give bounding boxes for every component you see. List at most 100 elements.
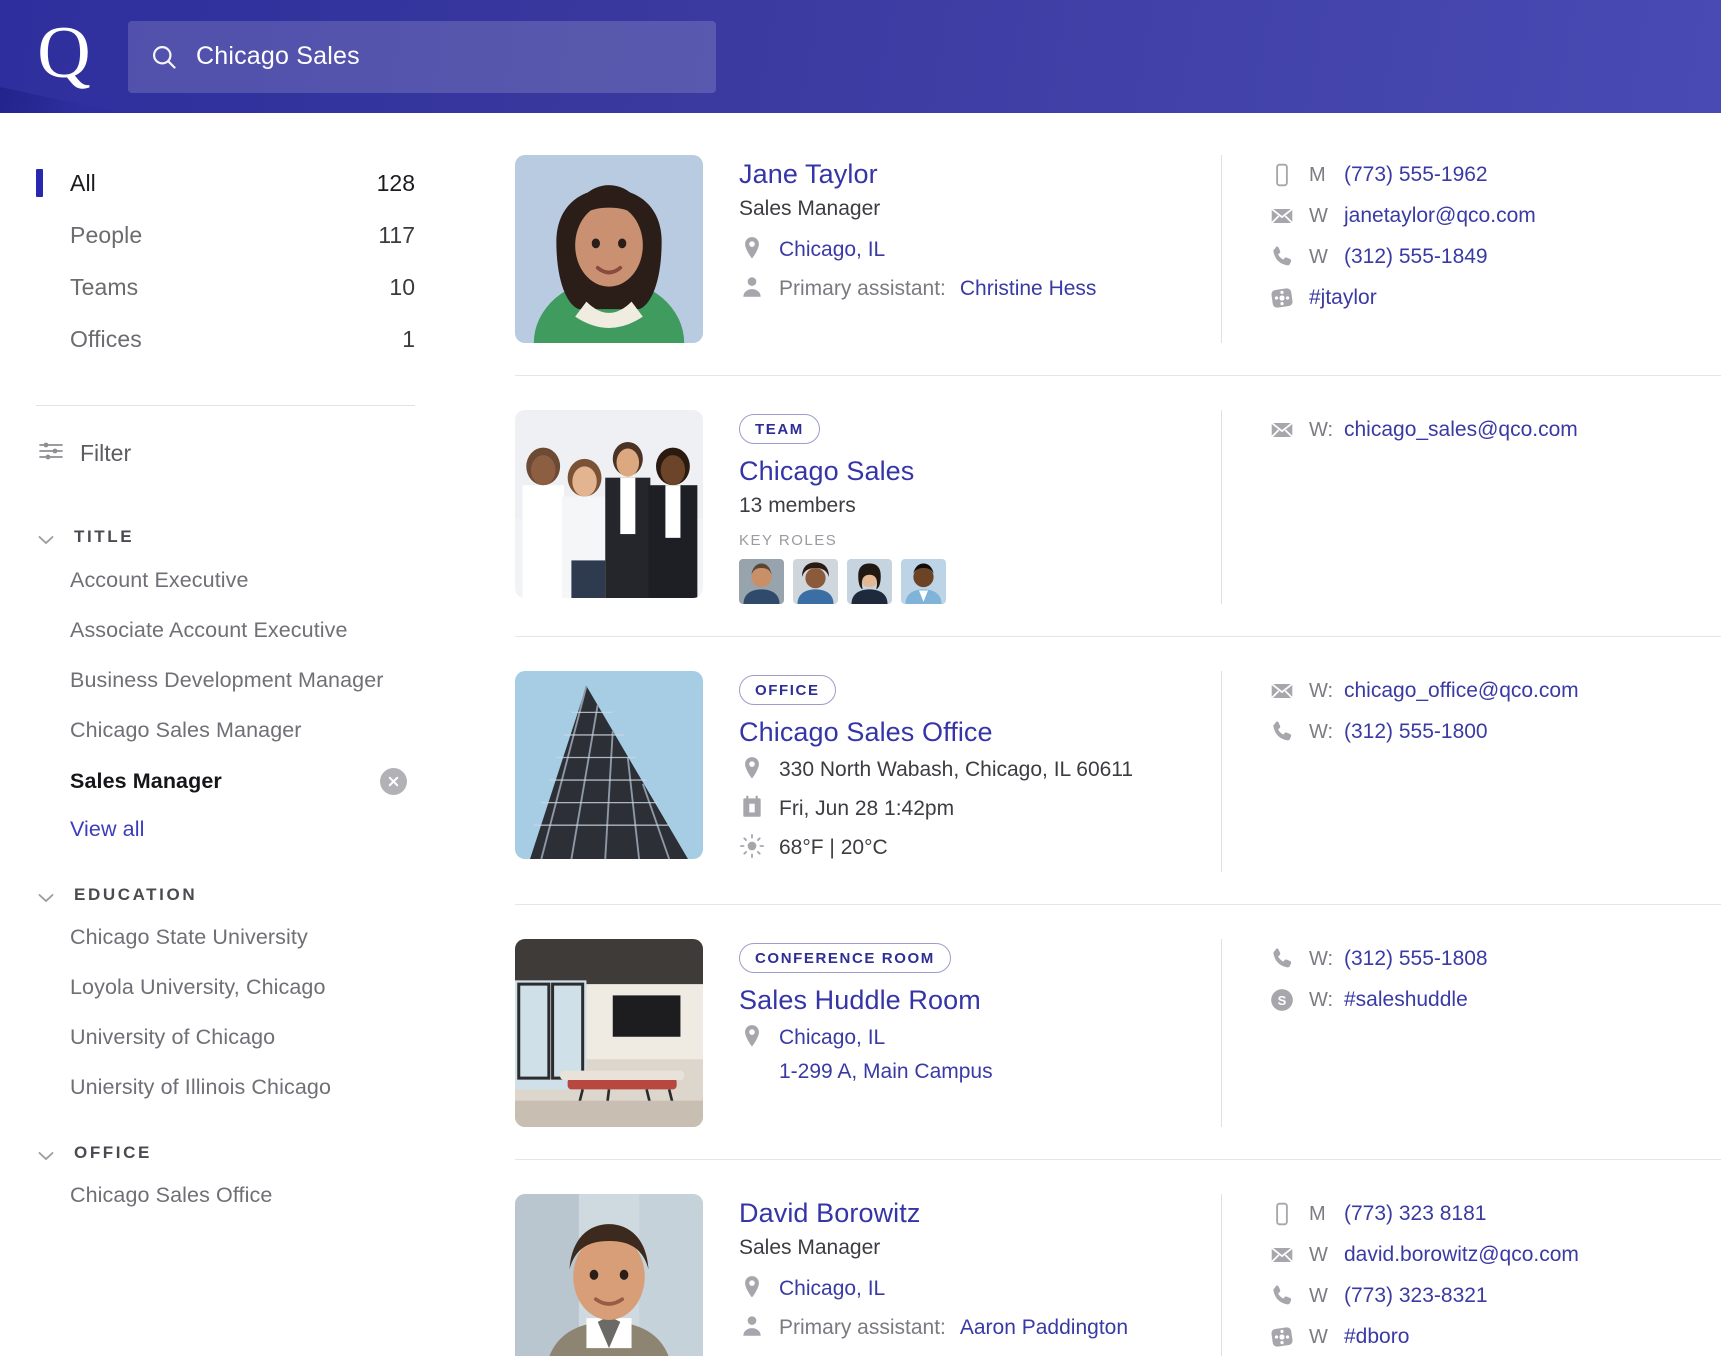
contact-value[interactable]: (773) 555-1962 [1344,163,1488,187]
phone-icon [1268,243,1296,271]
key-roles-avatars [739,559,1221,604]
facet-title: TITLE [74,527,134,547]
facet-option[interactable]: Sales Manager [36,755,415,807]
result-title[interactable]: David Borowitz [739,1198,1221,1229]
facet-header-title[interactable]: TITLE [36,519,415,555]
contact-type: W [1309,205,1331,228]
facet-option[interactable]: Chicago Sales Manager [36,705,415,755]
search-input[interactable] [196,42,694,71]
mail-icon [1268,677,1296,705]
meta-value[interactable]: Chicago, IL [779,235,885,265]
contact-type: W [1309,1244,1331,1267]
facet-option-label: Loyola University, Chicago [70,975,326,1000]
contact-value[interactable]: (312) 555-1808 [1344,947,1488,971]
contact-value[interactable]: #saleshuddle [1344,988,1468,1012]
app-header: Q [0,0,1721,113]
contact-value[interactable]: (773) 323-8321 [1344,1284,1488,1308]
contact-value[interactable]: #jtaylor [1309,286,1377,310]
search-box[interactable] [128,21,716,93]
scope-item-people[interactable]: People 117 [36,209,415,261]
meta-label: Primary assistant: [779,274,946,304]
facet-header-office[interactable]: OFFICE [36,1135,415,1171]
result-thumbnail[interactable] [515,410,703,598]
scope-item-offices[interactable]: Offices 1 [36,313,415,365]
facet-option[interactable]: Loyola University, Chicago [36,963,415,1013]
contact-value[interactable]: janetaylor@qco.com [1344,204,1536,228]
contact-column: W: (312) 555-1808 S W: #saleshuddle [1221,939,1721,1127]
facet-option[interactable]: Account Executive [36,555,415,605]
meta-value[interactable]: Aaron Paddington [960,1313,1128,1343]
filter-button[interactable]: Filter [36,406,415,497]
result-title[interactable]: Sales Huddle Room [739,985,1221,1016]
app-logo[interactable]: Q [0,16,128,98]
meta-value[interactable]: Chicago, IL [779,1274,885,1304]
contact-value[interactable]: #dboro [1344,1325,1409,1349]
facet-option[interactable]: Uniersity of Illinois Chicago [36,1063,415,1113]
contact-value[interactable]: chicago_sales@qco.com [1344,418,1578,442]
avatar[interactable] [739,559,784,604]
type-badge: OFFICE [739,675,836,705]
facet-option[interactable]: Business Development Manager [36,655,415,705]
person-icon [739,274,765,302]
meta-value[interactable]: Chicago, IL [779,1023,885,1053]
result-title[interactable]: Jane Taylor [739,159,1221,190]
result-thumbnail[interactable] [515,939,703,1127]
contact-value[interactable]: (312) 555-1849 [1344,245,1488,269]
contact-value[interactable]: (312) 555-1800 [1344,720,1488,744]
contact-row: W: (312) 555-1808 [1268,945,1721,973]
location-pin-icon [739,755,765,783]
result-card-person: David BorowitzSales Manager Chicago, IL … [515,1160,1721,1356]
scope-item-all[interactable]: All 128 [36,157,415,209]
facet-option-label: Chicago Sales Office [70,1183,272,1208]
facet-header-education[interactable]: EDUCATION [36,877,415,913]
facet-option[interactable]: University of Chicago [36,1013,415,1063]
scope-count: 117 [378,222,415,249]
result-card-team: TEAMChicago Sales13 membersKEY ROLES W: … [515,376,1721,637]
contact-type: W: [1309,948,1331,971]
avatar[interactable] [901,559,946,604]
avatar[interactable] [847,559,892,604]
phone-icon [1268,945,1296,973]
facet-option[interactable]: Associate Account Executive [36,605,415,655]
facet-view-all[interactable]: View all [36,807,415,855]
contact-value[interactable]: (773) 323 8181 [1344,1202,1486,1226]
key-roles-label: KEY ROLES [739,532,1221,549]
mobile-icon [1268,1200,1296,1228]
type-badge: TEAM [739,414,820,444]
facet-option-label: Uniersity of Illinois Chicago [70,1075,331,1100]
meta-value: Fri, Jun 28 1:42pm [779,794,954,824]
result-title[interactable]: Chicago Sales Office [739,717,1221,748]
contact-type: W: [1309,989,1331,1012]
facet-education: EDUCATION Chicago State University Loyol… [36,877,415,1113]
contact-value[interactable]: david.borowitz@qco.com [1344,1243,1579,1267]
facet-option-label: Chicago State University [70,925,308,950]
contact-value[interactable]: chicago_office@qco.com [1344,679,1579,703]
result-thumbnail[interactable] [515,155,703,343]
meta-row: Chicago, IL [739,235,1221,265]
scope-item-teams[interactable]: Teams 10 [36,261,415,313]
meta-value[interactable]: Christine Hess [960,274,1097,304]
location-pin-icon [739,1023,765,1051]
type-badge: CONFERENCE ROOM [739,943,951,973]
result-subtitle: Sales Manager [739,197,1221,221]
facet-title: TITLE Account Executive Associate Accoun… [36,519,415,855]
contact-row: W #dboro [1268,1323,1721,1351]
facet-option[interactable]: Chicago Sales Office [36,1171,415,1221]
scope-label: People [70,222,142,249]
contact-type: M [1309,1203,1331,1226]
result-thumbnail[interactable] [515,671,703,859]
room-location-detail[interactable]: 1-299 A, Main Campus [739,1060,1221,1084]
contact-row: #jtaylor [1268,284,1721,312]
scope-list: All 128 People 117 Teams 10 Offices 1 [36,157,415,365]
chevron-down-icon [38,1148,54,1158]
meta-label: Primary assistant: [779,1313,946,1343]
page-body: All 128 People 117 Teams 10 Offices 1 Fi… [0,113,1721,1356]
result-thumbnail[interactable] [515,1194,703,1356]
location-pin-icon [739,235,765,263]
avatar[interactable] [793,559,838,604]
result-title[interactable]: Chicago Sales [739,456,1221,487]
facet-option[interactable]: Chicago State University [36,913,415,963]
facet-option-label: Chicago Sales Manager [70,718,302,743]
facet-option-label: Account Executive [70,568,249,593]
clear-filter-button[interactable] [380,768,407,795]
